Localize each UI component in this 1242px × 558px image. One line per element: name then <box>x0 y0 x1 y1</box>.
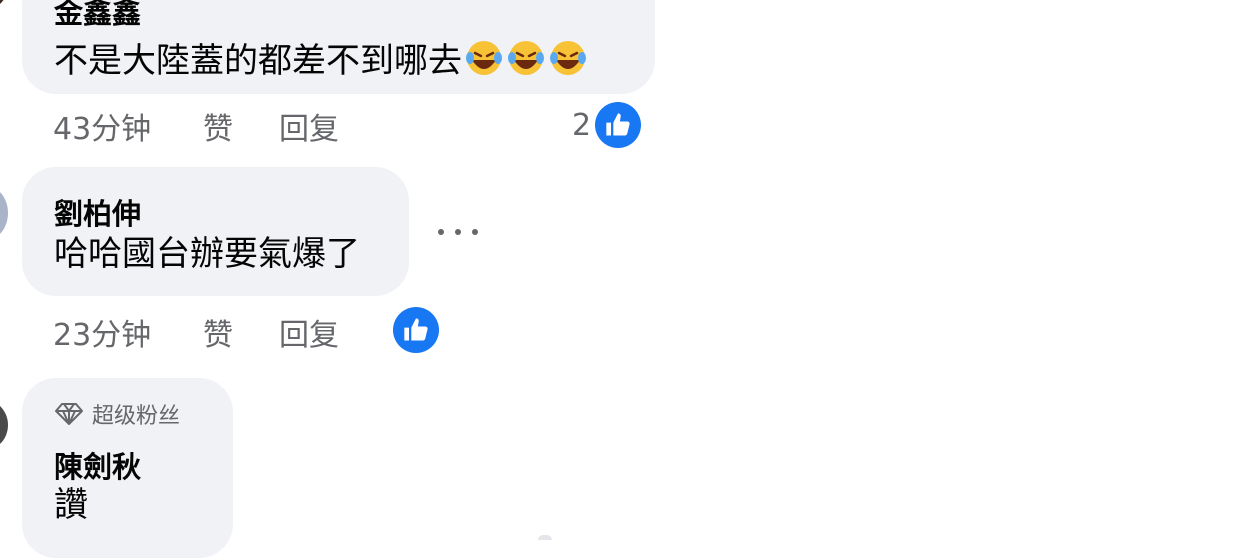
avatar[interactable] <box>0 400 8 450</box>
reaction-count: 2 <box>572 107 592 143</box>
laughing-emoji-icon <box>550 41 586 75</box>
comment-text: 哈哈國台辦要氣爆了 <box>54 234 360 274</box>
comment-actions: 23分钟 赞 回复 <box>53 310 379 354</box>
comment-author[interactable]: 劉柏伸 <box>54 191 141 233</box>
comment-text-content: 不是大陸蓋的都差不到哪去 <box>54 41 462 81</box>
comment-text: 讚 <box>54 485 88 525</box>
comment-text: 不是大陸蓋的都差不到哪去 <box>54 38 588 78</box>
reply-button[interactable]: 回复 <box>279 104 379 148</box>
top-fan-badge: 超级粉丝 <box>54 398 180 430</box>
comment-timestamp[interactable]: 23分钟 <box>53 310 203 354</box>
comment-actions: 43分钟 赞 回复 <box>53 104 379 148</box>
like-button[interactable]: 赞 <box>203 104 279 148</box>
partial-element <box>538 535 552 540</box>
comment-timestamp[interactable]: 43分钟 <box>53 104 203 148</box>
laughing-emoji-icon <box>466 41 502 75</box>
comment-author[interactable]: 金鑫鑫 <box>54 0 141 32</box>
diamond-icon <box>55 403 83 425</box>
avatar[interactable] <box>0 0 8 10</box>
reaction-summary[interactable]: 2 <box>572 102 642 148</box>
like-icon <box>393 307 439 353</box>
avatar[interactable] <box>0 186 8 240</box>
reply-button[interactable]: 回复 <box>279 310 379 354</box>
like-button[interactable]: 赞 <box>203 310 279 354</box>
dot <box>472 229 478 235</box>
comment-bubble: 金鑫鑫 不是大陸蓋的都差不到哪去 <box>22 0 655 94</box>
dot <box>455 229 461 235</box>
dot <box>438 229 444 235</box>
like-icon <box>595 102 642 148</box>
comment-bubble: 劉柏伸 哈哈國台辦要氣爆了 <box>22 167 409 296</box>
comment-author[interactable]: 陳劍秋 <box>54 444 141 486</box>
comment-bubble: 超级粉丝 陳劍秋 讚 <box>22 378 233 558</box>
more-options-icon[interactable] <box>438 220 478 244</box>
laughing-emoji-icon <box>508 41 544 75</box>
top-fan-label: 超级粉丝 <box>92 404 181 429</box>
reaction-summary[interactable] <box>389 307 439 353</box>
